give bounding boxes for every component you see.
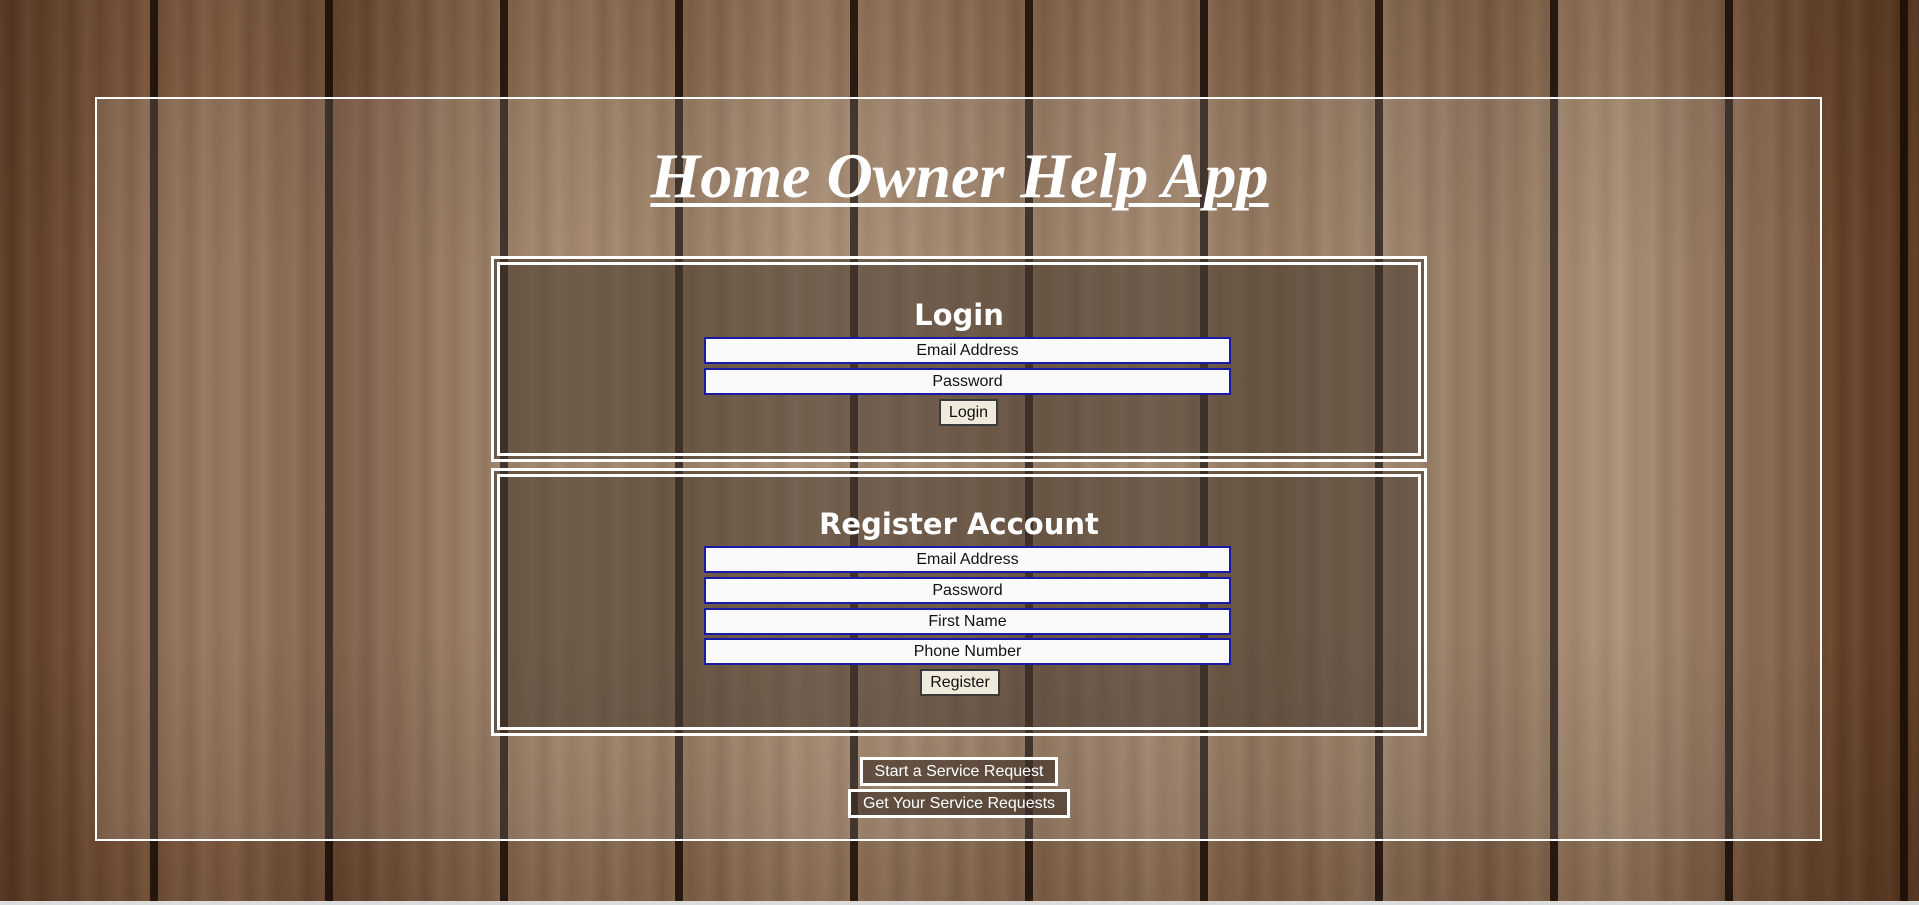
register-password-field[interactable] [704, 577, 1231, 604]
register-phone-field[interactable] [704, 638, 1231, 665]
start-service-request-button[interactable]: Start a Service Request [860, 757, 1058, 786]
register-button[interactable]: Register [920, 669, 1000, 696]
login-button[interactable]: Login [939, 399, 998, 426]
register-panel: Register Account Register [491, 468, 1427, 736]
login-email-field[interactable] [704, 337, 1231, 364]
bottom-strip [0, 901, 1919, 905]
login-heading: Login [914, 298, 1004, 332]
register-email-field[interactable] [704, 546, 1231, 573]
register-first-name-field[interactable] [704, 608, 1231, 635]
page-title: Home Owner Help App [650, 140, 1269, 211]
register-heading: Register Account [819, 507, 1099, 541]
get-service-requests-button[interactable]: Get Your Service Requests [848, 789, 1070, 818]
login-password-field[interactable] [704, 368, 1231, 395]
login-panel: Login Login [491, 256, 1427, 462]
